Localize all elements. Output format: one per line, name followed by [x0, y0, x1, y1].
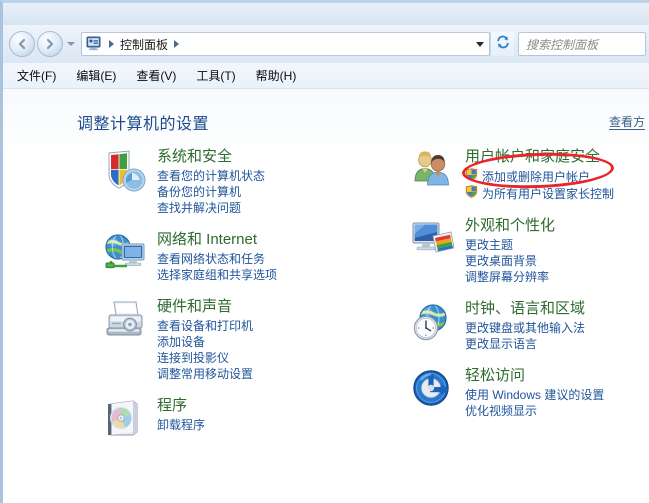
back-button[interactable] [9, 31, 35, 57]
address-dropdown-button[interactable] [471, 33, 489, 55]
breadcrumb-separator-icon [109, 40, 114, 48]
category-title[interactable]: 轻松访问 [465, 366, 649, 385]
category-title[interactable]: 时钟、语言和区域 [465, 299, 649, 318]
category-system-and-security: 系统和安全 查看您的计算机状态 备份您的计算机 查找并解决问题 [99, 147, 399, 216]
view-by-label[interactable]: 查看方 [608, 115, 645, 130]
search-control-panel-box[interactable]: 搜索控制面板 [518, 32, 646, 56]
category-programs: 程序 卸载程序 [99, 396, 399, 436]
category-link[interactable]: 卸载程序 [157, 417, 399, 433]
category-link[interactable]: 备份您的计算机 [157, 184, 399, 200]
right-category-column: 用户帐户和家庭安全 添加或删除用户帐户 为所有用户设置家长控制 外观和个性化 更… [407, 147, 649, 433]
category-title[interactable]: 硬件和声音 [157, 297, 399, 316]
category-appearance-and-personalization: 外观和个性化 更改主题 更改桌面背景 调整屏幕分辨率 [407, 216, 649, 285]
menu-bar: 文件(F) 编辑(E) 查看(V) 工具(T) 帮助(H) [3, 63, 649, 89]
category-title[interactable]: 程序 [157, 396, 399, 415]
refresh-icon [495, 34, 511, 55]
menu-view[interactable]: 查看(V) [136, 67, 176, 84]
network-globe-icon[interactable] [103, 232, 151, 276]
breadcrumb-separator-icon-2[interactable] [174, 40, 180, 48]
address-toolbar: 控制面板 搜索控制面板 [3, 25, 649, 63]
category-link[interactable]: 更改显示语言 [465, 336, 649, 352]
category-link[interactable]: 更改键盘或其他输入法 [465, 320, 649, 336]
ease-of-access-icon[interactable] [411, 368, 459, 412]
user-accounts-icon[interactable] [411, 149, 459, 193]
uac-shield-icon [465, 185, 478, 202]
forward-button[interactable] [37, 31, 63, 57]
navigation-buttons [9, 31, 77, 57]
category-hardware-and-sound: 硬件和声音 查看设备和打印机 添加设备 连接到投影仪 调整常用移动设置 [99, 297, 399, 382]
breadcrumb-control-panel[interactable]: 控制面板 [120, 36, 168, 53]
appearance-monitor-icon[interactable] [411, 218, 459, 262]
category-title[interactable]: 网络和 Internet [157, 230, 399, 249]
uac-shield-icon [465, 168, 478, 185]
security-shield-icon[interactable] [103, 149, 151, 193]
recent-pages-button[interactable] [64, 31, 77, 57]
page-title: 调整计算机的设置 [77, 116, 210, 133]
category-link[interactable]: 调整常用移动设置 [157, 366, 399, 382]
category-link[interactable]: 查看您的计算机状态 [157, 168, 399, 184]
category-title[interactable]: 外观和个性化 [465, 216, 649, 235]
chevron-down-icon [476, 41, 484, 47]
address-bar[interactable]: 控制面板 [81, 32, 490, 56]
category-link-label: 添加或删除用户帐户 [482, 169, 591, 184]
menu-tools[interactable]: 工具(T) [196, 67, 235, 84]
category-link[interactable]: 查看网络状态和任务 [157, 251, 399, 267]
menu-edit[interactable]: 编辑(E) [76, 67, 116, 84]
category-clock-language-and-region: 时钟、语言和区域 更改键盘或其他输入法 更改显示语言 [407, 299, 649, 352]
forward-arrow-icon [43, 37, 57, 51]
category-title[interactable]: 用户帐户和家庭安全 [465, 147, 649, 166]
category-ease-of-access: 轻松访问 使用 Windows 建议的设置 优化视频显示 [407, 366, 649, 419]
menu-help[interactable]: 帮助(H) [256, 67, 297, 84]
chevron-down-icon [66, 42, 75, 46]
control-panel-content: 调整计算机的设置 查看方 系统和安全 查看您的计算机状态 备份您的计算机 查找并… [3, 89, 649, 503]
view-by-control[interactable]: 查看方 [608, 113, 645, 130]
category-user-accounts-and-family-safety: 用户帐户和家庭安全 添加或删除用户帐户 为所有用户设置家长控制 [407, 147, 649, 202]
category-link[interactable]: 更改桌面背景 [465, 253, 649, 269]
category-link[interactable]: 查找并解决问题 [157, 200, 399, 216]
category-network-and-internet: 网络和 Internet 查看网络状态和任务 选择家庭组和共享选项 [99, 230, 399, 283]
category-link[interactable]: 添加或删除用户帐户 [465, 168, 649, 185]
left-category-column: 系统和安全 查看您的计算机状态 备份您的计算机 查找并解决问题 网络和 Inte… [99, 147, 399, 447]
programs-disc-icon[interactable] [103, 398, 151, 442]
category-link[interactable]: 为所有用户设置家长控制 [465, 185, 649, 202]
window-titlebar-glass [3, 3, 649, 25]
category-link[interactable]: 更改主题 [465, 237, 649, 253]
category-link[interactable]: 优化视频显示 [465, 403, 649, 419]
category-link[interactable]: 连接到投影仪 [157, 350, 399, 366]
control-panel-icon [86, 36, 103, 52]
clock-region-icon[interactable] [411, 301, 459, 345]
printer-hardware-icon[interactable] [103, 299, 151, 343]
address-bar-right [471, 33, 489, 55]
control-panel-window: 控制面板 搜索控制面板 文件(F) 编辑(E) 查看(V) 工具(T) 帮助(H… [0, 0, 649, 503]
category-link[interactable]: 使用 Windows 建议的设置 [465, 387, 649, 403]
refresh-button[interactable] [490, 32, 514, 56]
back-arrow-icon [15, 37, 29, 51]
category-link-label: 为所有用户设置家长控制 [482, 186, 615, 201]
search-input[interactable]: 搜索控制面板 [526, 36, 598, 53]
category-link[interactable]: 添加设备 [157, 334, 399, 350]
menu-file[interactable]: 文件(F) [17, 67, 56, 84]
category-link[interactable]: 选择家庭组和共享选项 [157, 267, 399, 283]
category-link[interactable]: 调整屏幕分辨率 [465, 269, 649, 285]
category-link[interactable]: 查看设备和打印机 [157, 318, 399, 334]
category-title[interactable]: 系统和安全 [157, 147, 399, 166]
